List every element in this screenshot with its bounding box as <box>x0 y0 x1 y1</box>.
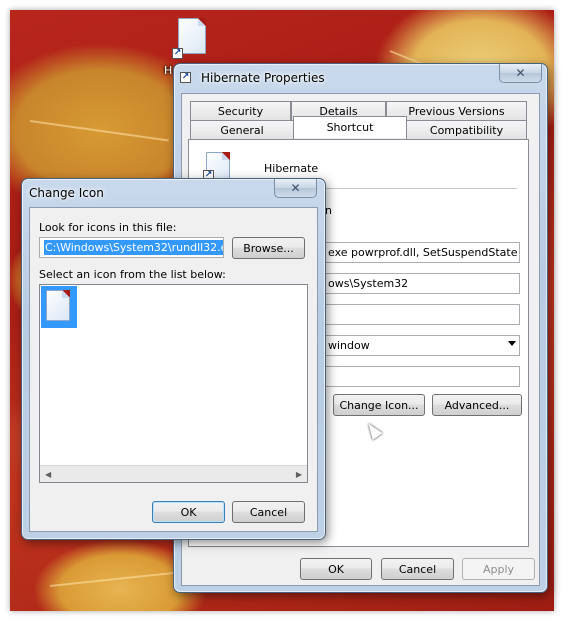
ok-label: OK <box>328 562 344 576</box>
icon-list-item-selected[interactable] <box>41 286 77 328</box>
start-in-field[interactable]: ows\System32 <box>323 273 520 294</box>
apply-label: Apply <box>482 562 515 576</box>
tab-general[interactable]: General <box>190 120 294 139</box>
shortcut-key-field[interactable] <box>323 304 520 325</box>
change-icon-button-label: Change Icon... <box>339 398 419 412</box>
ok-label: OK <box>180 505 197 519</box>
change-icon-close-button[interactable]: ✕ <box>274 179 317 198</box>
change-icon-dialog-title: Change Icon <box>29 186 104 200</box>
tab-shortcut-label: Shortcut <box>326 121 374 134</box>
change-icon-cancel-button[interactable]: Cancel <box>232 501 305 523</box>
tab-security[interactable]: Security <box>190 101 291 120</box>
tab-previous-versions-label: Previous Versions <box>408 104 505 118</box>
target-field[interactable]: exe powrprof.dll, SetSuspendState 0,1,0 <box>323 242 520 263</box>
run-select[interactable]: window <box>323 335 520 356</box>
change-icon-ok-button[interactable]: OK <box>152 501 225 523</box>
tab-compatibility-label: Compatibility <box>429 123 504 137</box>
hibernate-shortcut-desktop-icon[interactable]: ↗ <box>172 18 210 66</box>
close-icon: ✕ <box>290 181 301 195</box>
advanced-button[interactable]: Advanced... <box>432 394 522 416</box>
shortcut-name-label: Hibernate <box>264 162 319 175</box>
properties-ok-button[interactable]: OK <box>300 558 372 580</box>
close-icon: ✕ <box>515 66 526 80</box>
change-icon-client-area: Look for icons in this file: C:\Windows\… <box>29 207 318 532</box>
properties-apply-button: Apply <box>462 558 535 580</box>
change-icon-dialog: Change Icon ✕ Look for icons in this fil… <box>21 178 326 540</box>
tab-general-label: General <box>220 123 264 137</box>
browse-button-label: Browse... <box>243 241 294 255</box>
cancel-label: Cancel <box>249 505 288 519</box>
shortcut-arrow-icon: ↗ <box>172 48 183 59</box>
document-icon <box>46 290 70 321</box>
properties-window-title: Hibernate Properties <box>201 71 325 85</box>
comment-field[interactable] <box>323 366 520 387</box>
tab-shortcut[interactable]: Shortcut <box>293 116 407 138</box>
desktop-shortcut-label[interactable]: H <box>164 64 172 77</box>
advanced-button-label: Advanced... <box>444 398 510 412</box>
tab-previous-versions[interactable]: Previous Versions <box>386 101 527 120</box>
browse-button[interactable]: Browse... <box>232 237 305 259</box>
select-icon-label: Select an icon from the list below: <box>39 268 226 281</box>
icon-file-path-input[interactable]: C:\Windows\System32\rundll32.exe <box>39 237 224 258</box>
cancel-label: Cancel <box>398 562 437 576</box>
chevron-down-icon <box>508 341 516 346</box>
leaf-vein <box>29 120 169 142</box>
icon-file-path-text: C:\Windows\System32\rundll32.exe <box>44 240 223 255</box>
icon-list[interactable]: ◀ ▶ <box>39 284 308 483</box>
horizontal-scrollbar[interactable]: ◀ ▶ <box>40 465 307 482</box>
look-for-label: Look for icons in this file: <box>39 221 177 234</box>
change-icon-button[interactable]: Change Icon... <box>333 394 425 416</box>
scroll-left-icon[interactable]: ◀ <box>45 470 51 479</box>
tab-compatibility[interactable]: Compatibility <box>406 120 527 139</box>
scroll-right-icon[interactable]: ▶ <box>296 470 302 479</box>
leaf-vein <box>49 571 180 587</box>
run-select-value: window <box>328 339 370 352</box>
tab-security-label: Security <box>217 104 264 118</box>
target-location-fragment: n <box>325 204 332 217</box>
properties-cancel-button[interactable]: Cancel <box>381 558 454 580</box>
window-shortcut-icon: ↗ <box>180 72 191 83</box>
properties-close-button[interactable]: ✕ <box>499 64 542 83</box>
